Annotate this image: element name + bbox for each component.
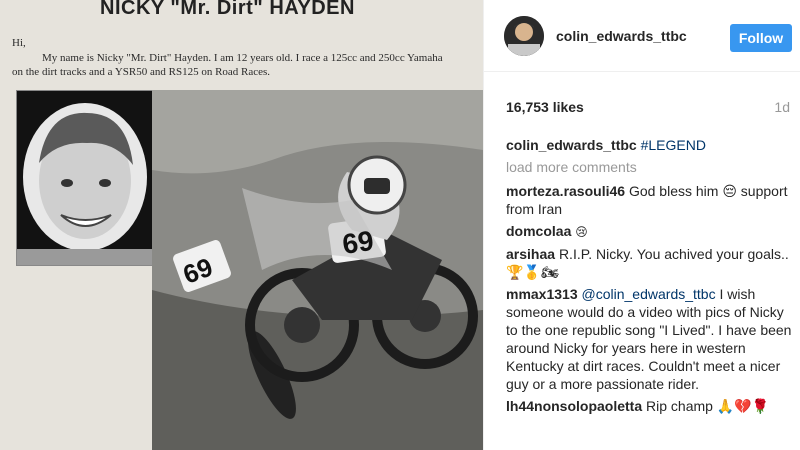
follow-button[interactable]: Follow	[730, 24, 792, 52]
caption-username[interactable]: colin_edwards_ttbc	[506, 137, 637, 153]
comment-mention[interactable]: @colin_edwards_ttbc	[582, 286, 716, 302]
likes-count[interactable]: 16,753 likes	[506, 99, 584, 115]
comment: domcolaa 😢	[506, 222, 794, 241]
comments-list: colin_edwards_ttbc #LEGEND load more com…	[506, 136, 794, 419]
flyer-body: My name is Nicky "Mr. Dirt" Hayden. I am…	[12, 52, 443, 78]
load-more-comments-link[interactable]: load more comments	[506, 158, 794, 176]
comment-text: 😢	[575, 225, 588, 239]
comment: lh44nonsolopaoletta Rip champ 🙏💔🌹	[506, 397, 794, 415]
avatar[interactable]	[504, 16, 544, 56]
comment-username[interactable]: lh44nonsolopaoletta	[506, 398, 642, 414]
bike-number-front: 69	[340, 225, 375, 260]
comment-text: Rip champ 🙏💔🌹	[646, 398, 770, 414]
comment-username[interactable]: domcolaa	[506, 223, 571, 239]
comment-username[interactable]: morteza.rasouli46	[506, 183, 625, 199]
portrait-photo	[16, 90, 154, 266]
post-time[interactable]: 1d	[774, 99, 790, 115]
post-panel: colin_edwards_ttbc Follow 16,753 likes 1…	[483, 0, 800, 450]
caption-hashtag[interactable]: #LEGEND	[641, 137, 706, 153]
flyer-text: Hi, My name is Nicky "Mr. Dirt" Hayden. …	[12, 36, 452, 79]
header-username[interactable]: colin_edwards_ttbc	[556, 28, 687, 44]
comment-username[interactable]: mmax1313	[506, 286, 578, 302]
flyer-title: NICKY "Mr. Dirt" HAYDEN	[100, 0, 355, 19]
comment-username[interactable]: arsihaa	[506, 246, 555, 262]
post-photo[interactable]: NICKY "Mr. Dirt" HAYDEN Hi, My name is N…	[0, 0, 483, 450]
dirt-track-photo: 69 69	[152, 90, 483, 450]
comment: arsihaa R.I.P. Nicky. You achived your g…	[506, 245, 794, 281]
comment: mmax1313 @colin_edwards_ttbc I wish some…	[506, 285, 794, 393]
post-header: colin_edwards_ttbc Follow	[484, 0, 800, 72]
flyer-greeting: Hi,	[12, 37, 26, 49]
caption: colin_edwards_ttbc #LEGEND	[506, 136, 794, 154]
comment: morteza.rasouli46 God bless him 😔 suppor…	[506, 182, 794, 218]
